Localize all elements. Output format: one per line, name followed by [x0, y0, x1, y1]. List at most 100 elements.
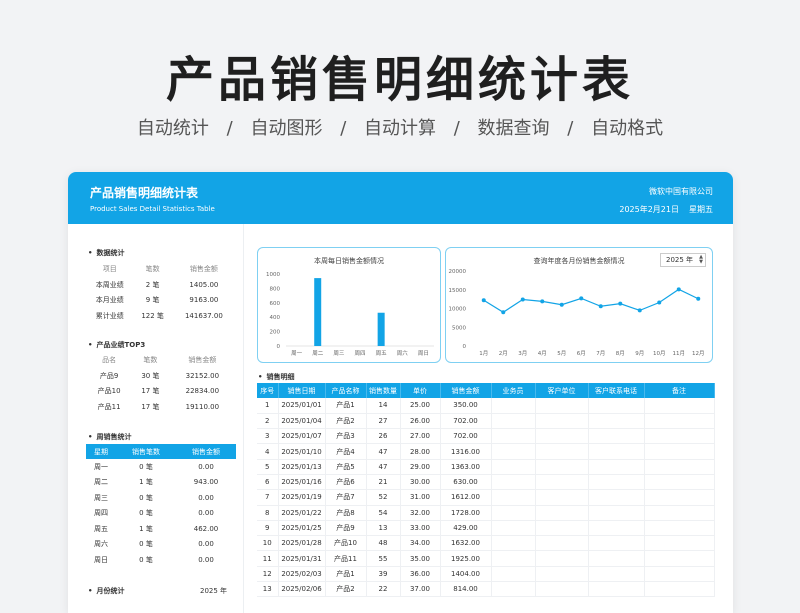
table-row[interactable]: 周二 1 笔 943.00	[86, 475, 236, 491]
table-row[interactable]: 产品11 17 笔 19110.00	[86, 399, 236, 415]
data-point[interactable]	[696, 296, 701, 301]
table-header: 业务员	[491, 383, 536, 398]
table-cell: 1 笔	[139, 478, 153, 487]
table-cell: 30.00	[400, 474, 441, 491]
table-row[interactable]: 1 2025/01/01 产品1 14 25.00 350.00	[257, 398, 715, 414]
table-row[interactable]: 本周业绩 2 笔 1405.00	[86, 277, 236, 293]
table-row[interactable]: 11 2025/01/31 产品11 55 35.00 1925.00	[257, 550, 715, 567]
table-row[interactable]: 13 2025/02/06 产品2 22 37.00 814.00	[257, 581, 715, 598]
table-cell: 1404.00	[440, 566, 492, 583]
data-point[interactable]	[481, 298, 486, 303]
table-cell: 周三	[94, 493, 108, 502]
table-cell: 0 笔	[139, 462, 153, 471]
x-tick-label: 12月	[692, 350, 705, 357]
hero-title: 产品销售明细统计表	[165, 52, 634, 108]
table-row[interactable]: 周四 0 笔 0.00	[86, 506, 236, 522]
table-row[interactable]: 周日 0 笔 0.00	[86, 552, 236, 568]
data-point[interactable]	[559, 302, 564, 307]
table-cell	[491, 550, 536, 567]
separator: /	[567, 118, 574, 139]
table-cell	[535, 566, 589, 583]
x-tick-label: 3月	[518, 350, 527, 357]
table-cell	[588, 550, 645, 567]
table-cell: 12	[257, 566, 279, 583]
table-row[interactable]: 周六 0 笔 0.00	[86, 537, 236, 553]
table-row[interactable]: 周一 0 笔 0.00	[86, 459, 236, 475]
table-cell: 9163.00	[189, 296, 219, 305]
table-row[interactable]: 产品9 30 笔 32152.00	[86, 368, 236, 384]
table-cell: 55	[366, 550, 401, 567]
table-row[interactable]: 8 2025/01/22 产品8 54 32.00 1728.00	[257, 505, 715, 521]
table-cell: 0 笔	[139, 493, 153, 502]
weekly-table: 星期 销售笔数 销售金额 周一 0 笔 0.00 周二 1 笔 943.00 周三 0 笔 0.00…	[86, 444, 236, 568]
top3-table: 品名 笔数 销售金额 产品9 30 笔 32152.00 产品10 17 笔 22834.00…	[86, 352, 236, 415]
table-row[interactable]: 本月业绩 9 笔 9163.00	[86, 293, 236, 309]
table-row[interactable]: 5 2025/01/13 产品5 47 29.00 1363.00	[257, 459, 715, 475]
table-cell: 814.00	[440, 581, 492, 598]
table-cell: 2025/01/25	[278, 520, 326, 537]
table-header: 笔数	[143, 356, 158, 364]
table-row[interactable]: 3 2025/01/07 产品3 26 27.00 702.00	[257, 428, 715, 445]
x-tick-label: 周日	[418, 350, 429, 357]
table-cell: 产品7	[325, 489, 367, 506]
data-point[interactable]	[579, 296, 584, 301]
y-tick-label: 1000	[266, 272, 280, 278]
table-cell	[644, 398, 715, 414]
table-row[interactable]: 7 2025/01/19 产品7 52 31.00 1612.00	[257, 489, 715, 506]
table-cell	[588, 520, 645, 537]
y-tick-label: 600	[270, 301, 281, 307]
table-cell: 943.00	[193, 478, 219, 487]
table-cell	[491, 535, 536, 552]
bar-chart-plot: 0 200 400 600 800 1000 周一 周二 周三 周四 周五 周六 周日	[266, 272, 434, 357]
data-point[interactable]	[657, 300, 662, 305]
table-row[interactable]: 9 2025/01/25 产品9 13 33.00 429.00	[257, 520, 715, 537]
table-cell: 1316.00	[440, 443, 492, 460]
table-cell	[588, 489, 645, 506]
table-cell: 1	[257, 398, 279, 414]
table-cell: 2025/01/10	[278, 443, 326, 460]
bar[interactable]	[377, 312, 385, 346]
data-point[interactable]	[540, 299, 545, 304]
table-header: 销售数量	[366, 383, 401, 398]
data-point[interactable]	[598, 304, 603, 309]
table-header: 品名	[102, 356, 117, 364]
table-row[interactable]: 6 2025/01/16 产品6 21 30.00 630.00	[257, 474, 715, 491]
table-cell: 29.00	[400, 459, 441, 475]
table-cell	[491, 489, 536, 506]
table-cell: 2025/02/06	[278, 581, 326, 598]
table-row[interactable]: 周三 0 笔 0.00	[86, 490, 236, 506]
separator: /	[453, 118, 460, 139]
line-chart-plot: 0 5000 10000 15000 20000 1月 2月 3月 4月 5月 6月 7月 8月 9月 10…	[449, 269, 705, 357]
table-cell	[491, 459, 536, 475]
table-row[interactable]: 4 2025/01/10 产品4 47 28.00 1316.00	[257, 443, 715, 460]
table-row[interactable]: 累计业绩 122 笔 141637.00	[86, 308, 236, 324]
data-point[interactable]	[618, 301, 623, 306]
table-cell: 9	[257, 520, 279, 537]
table-row[interactable]: 产品10 17 笔 22834.00	[86, 384, 236, 400]
y-tick-label: 0	[277, 344, 281, 350]
data-point[interactable]	[637, 308, 642, 313]
table-cell: 2	[257, 413, 279, 430]
feature-item: 自动计算	[364, 118, 436, 139]
table-cell: 1363.00	[440, 459, 492, 475]
table-cell: 26	[366, 428, 401, 445]
banner-title: 产品销售明细统计表	[90, 186, 199, 200]
table-row[interactable]: 12 2025/02/03 产品1 39 36.00 1404.00	[257, 566, 715, 583]
table-cell	[535, 428, 589, 445]
table-row[interactable]: 10 2025/01/28 产品10 48 34.00 1632.00	[257, 535, 715, 552]
table-cell: 19110.00	[185, 402, 220, 411]
data-point[interactable]	[520, 297, 525, 302]
bar[interactable]	[314, 278, 322, 346]
table-cell: 1612.00	[440, 489, 492, 506]
weekly-bar-chart: 本周每日销售金额情况 0 200 400 600 800 1000 周一 周二 周三 周四 周五 周六…	[257, 247, 441, 363]
feature-item: 自动统计	[136, 118, 209, 139]
data-point[interactable]	[501, 310, 506, 315]
table-row[interactable]: 周五 1 笔 462.00	[86, 521, 236, 537]
table-cell: 0 笔	[139, 555, 153, 564]
data-point[interactable]	[676, 287, 681, 292]
table-cell	[644, 413, 715, 430]
table-cell: 17 笔	[141, 402, 160, 411]
table-cell	[535, 413, 589, 430]
table-cell: 33.00	[400, 520, 441, 537]
table-row[interactable]: 2 2025/01/04 产品2 27 26.00 702.00	[257, 413, 715, 430]
